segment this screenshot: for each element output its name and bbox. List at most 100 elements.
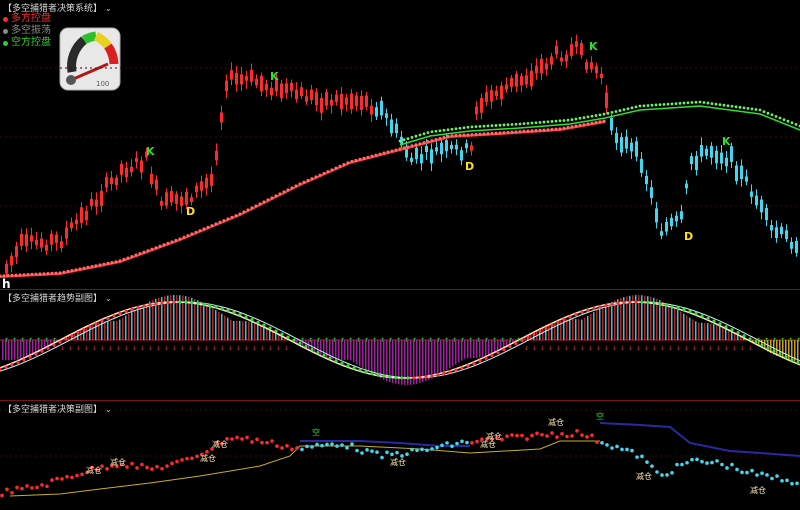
red-ma-dot bbox=[526, 129, 530, 133]
green-ma-dot bbox=[690, 101, 694, 104]
decision-dot bbox=[685, 460, 689, 465]
decision-dot bbox=[390, 452, 394, 457]
trend-wave-dot bbox=[658, 302, 662, 306]
decision-dot bbox=[165, 464, 169, 468]
candle-body bbox=[280, 83, 283, 99]
histogram-bar bbox=[692, 319, 694, 340]
green-ma-dot bbox=[678, 101, 682, 105]
histogram-bar bbox=[125, 315, 127, 340]
trend-panel-title[interactable]: 【多空捕猎者趋势副图】 ⌄ bbox=[3, 291, 112, 304]
trend-chart[interactable]: ↑ ↑ ↑ ↑ ↑ ↑ ↑↓ ↓ ↓ ↓ ↓ ↓ ↓ ↓ ↓ ↓ ↓ ↓ ↓ ↓ ↓ ↓ ↓ ↓ ↓ ↓ ↓ ↓ ↓ ↓ ↓ ↓ ↓ ↓ ↓↑ ↑ ↑ ↑… bbox=[0, 290, 800, 400]
green-ma-dot bbox=[774, 115, 778, 118]
green-ma-dot bbox=[630, 106, 634, 110]
decision-dot bbox=[25, 484, 29, 488]
histogram-bar bbox=[575, 319, 577, 340]
red-ma-dot bbox=[522, 129, 526, 133]
histogram-bar bbox=[701, 322, 703, 340]
red-ma-dot bbox=[462, 133, 466, 137]
candle-body bbox=[380, 100, 383, 116]
candle-body bbox=[305, 96, 308, 102]
red-ma-dot bbox=[170, 240, 174, 244]
signal-arrow: ↓ bbox=[228, 345, 233, 352]
candle-body bbox=[475, 106, 478, 115]
decision-label: 空 bbox=[312, 427, 320, 437]
candle-body bbox=[185, 192, 188, 205]
trend-wave-dot bbox=[64, 337, 68, 341]
candle-body bbox=[260, 75, 263, 92]
decision-dot bbox=[40, 483, 44, 487]
signal-arrow: ↑ bbox=[788, 337, 793, 344]
histogram-bar bbox=[548, 323, 550, 340]
red-ma-dot bbox=[246, 208, 250, 212]
decision-dot bbox=[55, 476, 59, 481]
candle-body bbox=[575, 41, 578, 47]
red-ma-dot bbox=[334, 166, 338, 170]
red-ma-dot bbox=[282, 190, 286, 194]
histogram-bar bbox=[134, 310, 136, 340]
red-ma-dot bbox=[74, 268, 78, 272]
histogram-bar bbox=[431, 340, 433, 379]
histogram-bar bbox=[128, 313, 130, 340]
trend-wave-dot bbox=[160, 301, 164, 305]
decision-panel-title[interactable]: 【多空捕猎者决策副图】 ⌄ bbox=[3, 402, 112, 415]
green-ma-dot bbox=[602, 112, 606, 116]
red-ma-dot bbox=[122, 257, 126, 262]
green-ma-dot bbox=[766, 111, 770, 115]
trend-wave-dot bbox=[118, 312, 122, 316]
green-ma-dot bbox=[570, 118, 574, 122]
trend-subchart-panel[interactable]: 【多空捕猎者趋势副图】 ⌄ ↑ ↑ ↑ ↑ ↑ ↑ ↑ ↓ ↓ ↓ ↓ ↓ ↓ ↓ ↓ ↓ ↓ ↓ ↓ ↓ ↓ ↓ ↓ ↓ ↓ ↓ ↓… bbox=[0, 290, 800, 400]
candle-body bbox=[505, 84, 508, 90]
trend-wave-dot bbox=[460, 366, 464, 370]
decision-dot bbox=[465, 440, 469, 445]
red-ma-dot bbox=[94, 264, 98, 268]
red-ma-dot bbox=[318, 173, 322, 177]
signal-arrow: ↓ bbox=[636, 345, 641, 352]
signal-arrow: ↓ bbox=[676, 345, 681, 352]
red-ma-dot bbox=[158, 244, 162, 248]
histogram-bar bbox=[203, 303, 205, 340]
decision-dot bbox=[690, 457, 694, 462]
candle-body bbox=[415, 147, 418, 160]
decision-dot bbox=[540, 432, 544, 437]
trend-wave-dot bbox=[634, 300, 638, 304]
trend-wave-dot bbox=[238, 313, 242, 317]
price-chart[interactable]: 100 h K D K D K D K bbox=[0, 0, 800, 289]
trend-wave-dot bbox=[130, 307, 134, 312]
red-ma-dot bbox=[314, 175, 318, 179]
trend-wave-dot bbox=[490, 353, 494, 358]
candle-body bbox=[635, 141, 638, 157]
signal-arrow: ↑ bbox=[340, 337, 345, 344]
decision-chart[interactable]: 减仓减仓减仓空减仓减仓减仓 减仓减仓空减仓减仓 bbox=[0, 401, 800, 510]
signal-arrow: ↓ bbox=[124, 345, 129, 352]
candle-body bbox=[85, 210, 88, 221]
decision-dot bbox=[275, 444, 279, 448]
red-ma-dot bbox=[214, 222, 218, 226]
trend-wave-dot bbox=[640, 300, 644, 304]
red-ma-dot bbox=[106, 261, 110, 265]
chevron-down-icon[interactable]: ⌄ bbox=[105, 294, 112, 303]
chevron-down-icon[interactable]: ⌄ bbox=[105, 4, 112, 13]
main-chart-panel[interactable]: 【多空捕猎者决策系统】 ⌄ 多方控盘 多空振荡 空方控盘 100 h KDKDKD… bbox=[0, 0, 800, 289]
decision-subchart-panel[interactable]: 【多空捕猎者决策副图】 ⌄ 减仓 减仓 减仓空减仓 减仓 减仓 减仓 减仓空减仓 减仓 bbox=[0, 401, 800, 510]
histogram-bar bbox=[674, 308, 676, 340]
signal-arrow: ↑ bbox=[364, 337, 369, 344]
trend-wave-dot bbox=[604, 303, 608, 308]
signal-arrow: ↓ bbox=[116, 345, 121, 352]
red-ma-dot bbox=[342, 163, 346, 167]
decision-label: 减仓 bbox=[390, 457, 406, 467]
trend-wave-dot bbox=[46, 346, 50, 350]
candle-body bbox=[495, 90, 498, 96]
red-ma-dot bbox=[310, 177, 314, 181]
signal-arrow: ↑ bbox=[452, 337, 457, 344]
histogram-bar bbox=[224, 315, 226, 340]
signal-arrow: ↑ bbox=[300, 337, 305, 344]
candle-body bbox=[205, 177, 208, 188]
candle-body bbox=[710, 146, 713, 158]
trend-wave-dot bbox=[610, 302, 614, 306]
red-ma-dot bbox=[126, 256, 130, 260]
green-ma-dot bbox=[566, 118, 570, 122]
decision-dot bbox=[250, 440, 254, 444]
chevron-down-icon[interactable]: ⌄ bbox=[105, 405, 112, 414]
histogram-bar bbox=[584, 317, 586, 340]
decision-dot bbox=[345, 446, 349, 450]
